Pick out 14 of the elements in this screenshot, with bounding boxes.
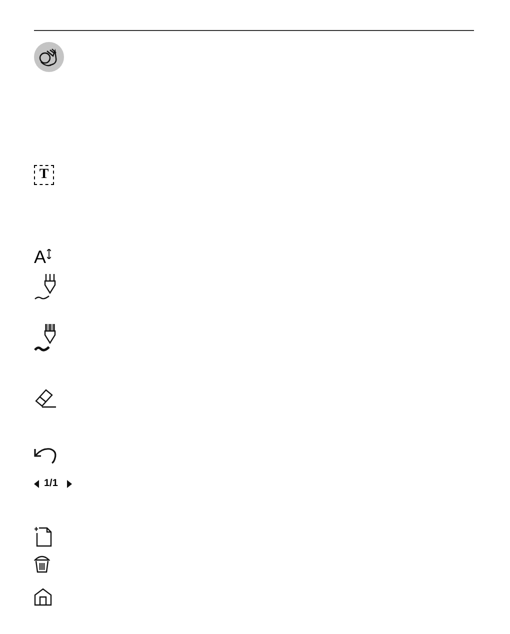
- eraser-icon: [34, 387, 56, 409]
- next-icon[interactable]: [66, 480, 72, 488]
- pen-icon: [34, 323, 56, 353]
- page-counter: 1/1: [44, 479, 58, 489]
- font-size-icon: A: [34, 249, 46, 266]
- new-page-icon: [34, 526, 52, 547]
- arrow-icon: [47, 249, 52, 259]
- trash-icon: [34, 554, 50, 573]
- home-icon: [34, 588, 52, 606]
- pen-icon: [34, 273, 56, 301]
- gesture-icon: [34, 42, 64, 72]
- previous-icon[interactable]: [34, 480, 39, 488]
- undo-icon: [34, 446, 58, 464]
- text-tool-icon: T: [34, 165, 54, 185]
